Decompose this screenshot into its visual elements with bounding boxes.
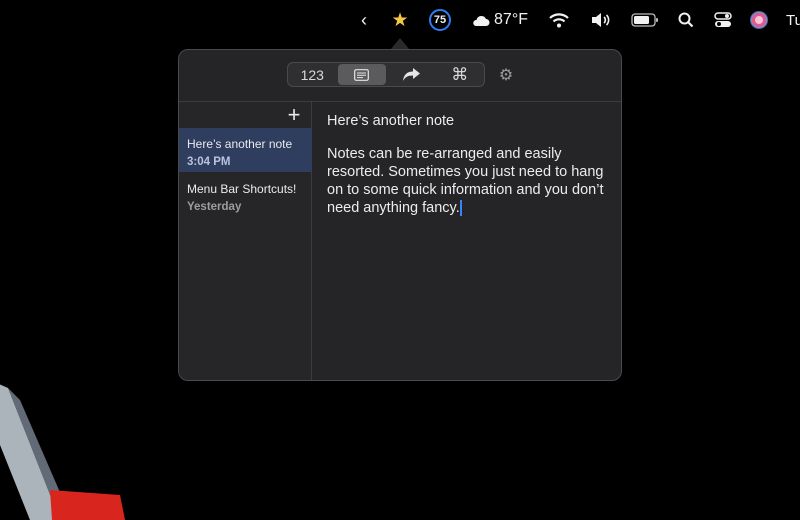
editor-body-text: Notes can be re-arranged and easily reso… bbox=[327, 146, 604, 216]
notes-tab[interactable] bbox=[337, 64, 386, 85]
battery-badge-label: 75 bbox=[433, 14, 447, 26]
weather-temp: 87°F bbox=[494, 11, 528, 28]
text-cursor bbox=[459, 200, 462, 216]
note-title: Here’s another note bbox=[187, 137, 293, 151]
menu-bar: ‹ ★ 75 87°F Tu bbox=[0, 0, 800, 40]
command-tab[interactable]: ⌘ bbox=[436, 63, 485, 86]
notes-icon bbox=[354, 68, 370, 81]
search-icon[interactable] bbox=[677, 10, 695, 30]
plus-icon: + bbox=[287, 102, 301, 127]
chevron-left-icon[interactable]: ‹ bbox=[356, 10, 372, 30]
note-list-item[interactable]: Here’s another note 3:04 PM bbox=[179, 128, 312, 172]
wifi-icon[interactable] bbox=[548, 10, 570, 30]
wallpaper-streak bbox=[0, 384, 125, 520]
weather-widget[interactable]: 87°F bbox=[470, 10, 530, 30]
note-list-item[interactable]: Menu Bar Shortcuts! Yesterday bbox=[179, 173, 312, 217]
note-editor[interactable]: Here’s another note Notes can be re-arra… bbox=[313, 102, 621, 380]
numbers-tab-label: 123 bbox=[300, 66, 324, 83]
mode-segmented-control: 123 ⌘ bbox=[287, 62, 485, 87]
control-center-icon[interactable] bbox=[713, 10, 733, 30]
share-arrow-icon bbox=[402, 68, 420, 81]
add-note-button[interactable]: + bbox=[285, 102, 303, 127]
editor-body[interactable]: Notes can be re-arranged and easily reso… bbox=[327, 145, 607, 217]
cloud-icon bbox=[473, 15, 490, 26]
share-tab[interactable] bbox=[387, 63, 436, 86]
siri-icon[interactable] bbox=[750, 10, 768, 30]
volume-icon[interactable] bbox=[590, 10, 612, 30]
battery-badge[interactable]: 75 bbox=[429, 9, 451, 31]
notes-sidebar: + Here’s another note 3:04 PM Menu Bar S… bbox=[179, 102, 312, 380]
note-title: Menu Bar Shortcuts! bbox=[187, 182, 297, 196]
gear-icon[interactable]: ⚙ bbox=[497, 66, 515, 84]
numbers-tab[interactable]: 123 bbox=[288, 63, 337, 86]
notes-popover: 123 ⌘ ⚙ + Here’s another note 3:04 PM Me… bbox=[178, 49, 622, 381]
clock-label: Tu bbox=[786, 11, 800, 29]
note-time: 3:04 PM bbox=[187, 156, 231, 168]
battery-icon[interactable] bbox=[630, 10, 660, 30]
popover-arrow bbox=[391, 38, 409, 49]
note-time: Yesterday bbox=[187, 201, 242, 213]
editor-title[interactable]: Here’s another note bbox=[327, 113, 609, 129]
command-icon: ⌘ bbox=[451, 64, 469, 84]
star-icon[interactable]: ★ bbox=[388, 10, 412, 31]
clock[interactable]: Tu bbox=[786, 10, 800, 30]
popover-toolbar: 123 ⌘ ⚙ bbox=[179, 50, 621, 101]
